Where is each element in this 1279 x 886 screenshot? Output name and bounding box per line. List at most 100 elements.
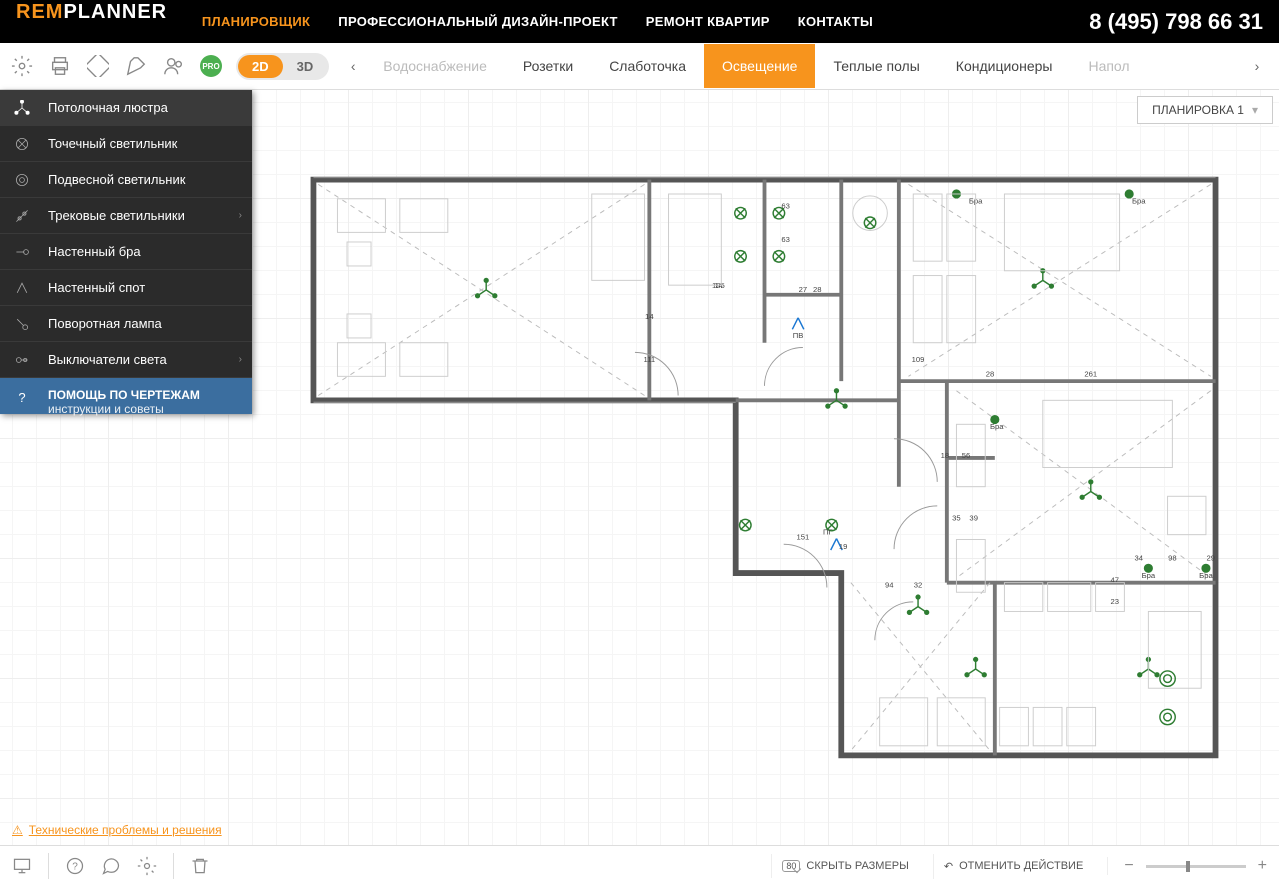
svg-text:34: 34 (1135, 554, 1144, 563)
svg-text:28: 28 (813, 285, 822, 294)
tab-lighting[interactable]: Освещение (704, 44, 815, 88)
help-circle-icon[interactable]: ? (61, 852, 89, 880)
swivel-icon (10, 316, 34, 332)
pro-badge[interactable]: PRO (200, 55, 222, 77)
svg-text:27: 27 (799, 285, 808, 294)
tab-heating[interactable]: Теплые полы (815, 44, 937, 88)
header-phone: 8 (495) 798 66 31 (1089, 9, 1263, 35)
svg-text:63: 63 (781, 235, 790, 244)
tab-sockets[interactable]: Розетки (505, 44, 591, 88)
zoom-slider[interactable] (1146, 865, 1246, 868)
users-icon[interactable] (162, 54, 186, 78)
sidebar-label: Потолочная люстра (48, 100, 168, 115)
undo-label: ОТМЕНИТЬ ДЕЙСТВИЕ (959, 860, 1083, 872)
tabs-prev-icon[interactable]: ‹ (341, 58, 365, 74)
sidebar-item-track[interactable]: Трековые светильники › (0, 198, 252, 234)
sidebar-item-swivel[interactable]: Поворотная лампа (0, 306, 252, 342)
print-icon[interactable] (48, 54, 72, 78)
tab-lowcurrent[interactable]: Слаботочка (591, 44, 704, 88)
svg-text:29: 29 (1206, 554, 1215, 563)
chevron-right-icon: › (239, 354, 242, 365)
toolbar-icons: PRO (10, 54, 222, 78)
svg-text:47: 47 (1111, 576, 1120, 585)
tab-ac[interactable]: Кондиционеры (938, 44, 1071, 88)
svg-text:125: 125 (936, 170, 949, 172)
logo-rem: REM (16, 1, 63, 24)
main-nav: ПЛАНИРОВЩИК ПРОФЕССИОНАЛЬНЫЙ ДИЗАЙН-ПРОЕ… (202, 14, 1089, 29)
help-title: ПОМОЩЬ ПО ЧЕРТЕЖАМ (48, 388, 200, 402)
tab-floor[interactable]: Напол (1070, 44, 1147, 88)
sidebar-item-switches[interactable]: Выключатели света › (0, 342, 252, 378)
nav-repair[interactable]: РЕМОНТ КВАРТИР (646, 14, 770, 29)
view-2d[interactable]: 2D (238, 55, 283, 78)
sidebar-item-pendant[interactable]: Подвесной светильник (0, 162, 252, 198)
svg-text:14: 14 (645, 312, 654, 321)
nav-planner[interactable]: ПЛАНИРОВЩИК (202, 14, 310, 29)
app-header: REM PLANNER — СТУДИЯ ДИЗАЙНА — ПЛАНИРОВЩ… (0, 0, 1279, 43)
gear-icon[interactable] (10, 54, 34, 78)
plan-label: ПЛАНИРОВКА 1 (1152, 103, 1244, 117)
svg-text:261: 261 (1084, 369, 1097, 378)
undo-button[interactable]: ↶ ОТМЕНИТЬ ДЕЙСТВИЕ (933, 854, 1093, 879)
svg-text:19: 19 (839, 542, 848, 551)
svg-text:32: 32 (914, 580, 923, 589)
undo-icon: ↶ (944, 860, 953, 873)
svg-text:63: 63 (781, 201, 790, 210)
floor-plan[interactable]: 125 233 75 14 Бра Бра Бра Бра Бра ПВ ПГ … (278, 170, 1251, 765)
svg-text:111: 111 (644, 355, 656, 364)
svg-text:23: 23 (1111, 597, 1120, 606)
svg-text:109: 109 (912, 355, 925, 364)
sidebar-item-chandelier[interactable]: Потолочная люстра (0, 90, 252, 126)
ruler-icon[interactable] (86, 54, 110, 78)
footer-icons: ? (8, 852, 214, 880)
tabs-next-icon[interactable]: › (1245, 58, 1269, 74)
size-badge: 80 (782, 860, 800, 872)
warning-icon: ⚠ (12, 823, 23, 837)
svg-text:ПВ: ПВ (793, 331, 804, 340)
tab-water[interactable]: Водоснабжение (365, 44, 505, 88)
gear-small-icon[interactable] (133, 852, 161, 880)
sidebar-label: Точечный светильник (48, 136, 177, 151)
help-subtitle: инструкции и советы (48, 402, 200, 416)
help-icon: ? (10, 390, 34, 405)
trash-icon[interactable] (186, 852, 214, 880)
sidebar-label: Настенный спот (48, 280, 145, 295)
tech-issues-label: Технические проблемы и решения (29, 823, 222, 837)
logo[interactable]: REM PLANNER — СТУДИЯ ДИЗАЙНА — (16, 1, 202, 42)
sidebar-item-wallspot[interactable]: Настенный спот (0, 270, 252, 306)
svg-text:Бра: Бра (1199, 571, 1213, 580)
svg-text:98: 98 (1168, 554, 1177, 563)
sidebar-label: Выключатели света (48, 352, 167, 367)
monitor-icon[interactable] (8, 852, 36, 880)
hide-sizes-label: СКРЫТЬ РАЗМЕРЫ (806, 860, 908, 872)
zoom-out-button[interactable]: − (1120, 857, 1137, 875)
sidebar-item-spot[interactable]: Точечный светильник (0, 126, 252, 162)
tech-issues-link[interactable]: ⚠ Технические проблемы и решения (12, 823, 222, 837)
svg-text:39: 39 (969, 513, 978, 522)
sidebar-help[interactable]: ? ПОМОЩЬ ПО ЧЕРТЕЖАМ инструкции и советы (0, 378, 252, 414)
plan-selector[interactable]: ПЛАНИРОВКА 1 (1137, 96, 1273, 124)
sidebar-item-bra[interactable]: Настенный бра (0, 234, 252, 270)
chat-icon[interactable] (97, 852, 125, 880)
view-toggle: 2D 3D (236, 53, 329, 80)
hide-sizes-button[interactable]: 80 СКРЫТЬ РАЗМЕРЫ (771, 854, 918, 878)
nav-design[interactable]: ПРОФЕССИОНАЛЬНЫЙ ДИЗАЙН-ПРОЕКТ (338, 14, 617, 29)
tools-icon[interactable] (124, 54, 148, 78)
nav-contacts[interactable]: КОНТАКТЫ (798, 14, 873, 29)
sidebar-label: Настенный бра (48, 244, 141, 259)
spot-icon (10, 136, 34, 152)
svg-text:151: 151 (796, 532, 809, 541)
svg-text:94: 94 (885, 580, 894, 589)
view-3d[interactable]: 3D (283, 55, 328, 78)
zoom-in-button[interactable]: + (1254, 857, 1271, 875)
zoom-control: − + (1107, 857, 1271, 875)
svg-text:Бра: Бра (1132, 197, 1146, 206)
bra-icon (10, 244, 34, 260)
track-icon (10, 208, 34, 224)
svg-text:Бра: Бра (1142, 571, 1156, 580)
svg-text:233: 233 (1046, 170, 1059, 172)
svg-text:?: ? (72, 861, 78, 872)
logo-subtitle: — СТУДИЯ ДИЗАЙНА — (16, 24, 202, 42)
sidebar-label: Подвесной светильник (48, 172, 185, 187)
svg-text:18: 18 (941, 451, 950, 460)
